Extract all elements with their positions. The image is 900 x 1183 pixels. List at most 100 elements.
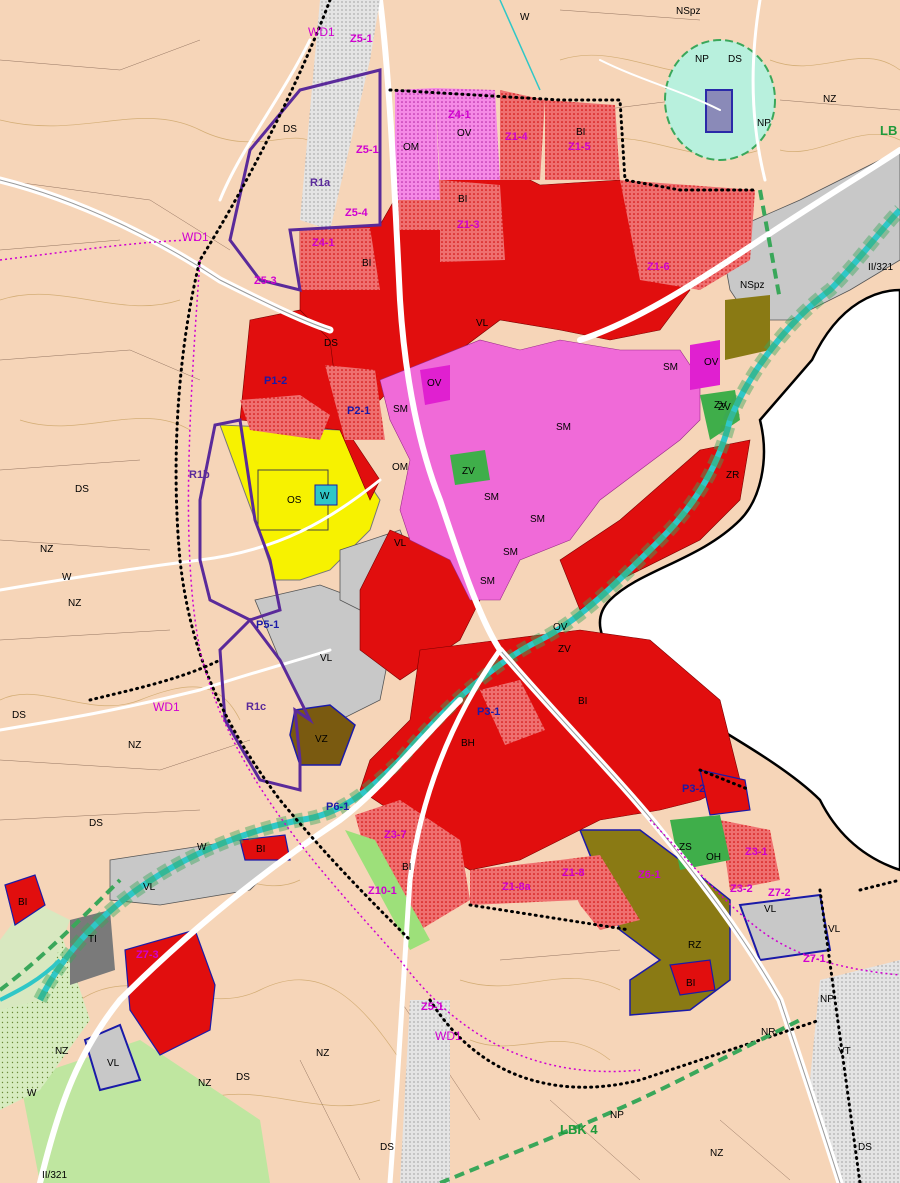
label-vl-center: VL [394, 538, 407, 549]
label-z1-6: Z1-6 [647, 261, 670, 273]
label-r1c: R1c [246, 701, 266, 713]
label-nr: NR [761, 1027, 775, 1038]
label-zs: ZS [679, 842, 692, 853]
label-bi-north: BI [576, 127, 585, 138]
label-vl-sw: VL [107, 1058, 120, 1069]
label-bi-west: BI [362, 258, 371, 269]
label-p3-2: P3-2 [682, 783, 705, 795]
label-vl-far-se: VL [828, 924, 841, 935]
label-vz: VZ [315, 734, 328, 745]
label-ds-west: DS [75, 484, 89, 495]
label-wd1-north: WD1 [308, 25, 335, 39]
label-z1-5: Z1-5 [568, 141, 591, 153]
label-ov-south: OV [553, 622, 568, 633]
label-z7-2: Z7-2 [768, 887, 791, 899]
label-zr-east: ZR [726, 470, 739, 481]
label-bi-sw: BI [256, 844, 265, 855]
label-ds-far-west: DS [12, 710, 26, 721]
label-sm-center-3: SM [530, 514, 545, 525]
label-z5-1-mid: Z5-1 [356, 144, 379, 156]
label-z7-3: Z7-3 [136, 949, 159, 961]
label-np-hill: NP [695, 54, 709, 65]
label-ds-south: DS [236, 1072, 250, 1083]
label-oh: OH [706, 852, 721, 863]
label-sm-south: SM [503, 547, 518, 558]
label-p2-1: P2-1 [347, 405, 370, 417]
label-ii-321-east: II/321 [868, 262, 893, 273]
label-sm-west: SM [393, 404, 408, 415]
label-w-north: W [520, 12, 530, 23]
label-z1-8a: Z1-8a [502, 881, 532, 893]
label-ov-center: OV [427, 378, 442, 389]
label-vl-north-center: VL [476, 318, 489, 329]
label-sm-center-2: SM [484, 492, 499, 503]
label-vl-industry: VL [320, 653, 333, 664]
label-r1a: R1a [310, 177, 331, 189]
land-use-map: WD1 Z5-1 W NSpz NP DS NP NZ LB Z4-1 OV Z… [0, 0, 900, 1183]
label-z4-1-north: Z4-1 [448, 109, 471, 121]
label-z3-2: Z3-2 [730, 883, 753, 895]
label-z5-4: Z5-4 [345, 207, 369, 219]
label-wd1-sw: WD1 [153, 700, 180, 714]
label-lb-ne: LB [880, 123, 897, 138]
label-z5-3: Z5-3 [254, 275, 277, 287]
label-bi-se: BI [686, 978, 695, 989]
label-sm-center: SM [556, 422, 571, 433]
label-z3-1: Z3-1 [745, 846, 768, 858]
label-z1-4: Z1-4 [505, 131, 529, 143]
label-ds-nw: DS [283, 124, 297, 135]
label-p3-1: P3-1 [477, 706, 500, 718]
label-bh-south: BH [461, 738, 475, 749]
label-vl-se: VL [764, 904, 777, 915]
label-zv-east-2: ZV [714, 400, 727, 411]
label-sm-east: SM [663, 362, 678, 373]
label-bi-z1-3: BI [458, 194, 467, 205]
label-ds-center-west: DS [324, 338, 338, 349]
label-np-south: NP [610, 1110, 624, 1121]
label-vl-west: VL [143, 882, 156, 893]
label-w-west: W [62, 572, 72, 583]
label-nz-ne: NZ [823, 94, 836, 105]
label-z6-1: Z6-1 [638, 869, 661, 881]
label-np-se: NP [820, 994, 834, 1005]
label-ii-321-south: II/321 [42, 1170, 67, 1181]
label-z1-3: Z1-3 [457, 219, 480, 231]
label-p6-1: P6-1 [326, 801, 349, 813]
label-ds-hill: DS [728, 54, 742, 65]
label-nspz-north: NSpz [676, 6, 700, 17]
label-zv-center: ZV [462, 466, 475, 477]
label-nspz-east: NSpz [740, 280, 764, 291]
label-ds-far-se: DS [858, 1142, 872, 1153]
label-z4-1-west: Z4-1 [312, 237, 335, 249]
label-z1-8: Z1-8 [562, 867, 585, 879]
label-os: OS [287, 495, 302, 506]
label-p5-1: P5-1 [256, 619, 279, 631]
label-vt: VT [838, 1046, 851, 1057]
label-z3-7: Z3-7 [384, 829, 407, 841]
label-ov-east: OV [704, 357, 719, 368]
label-nz-sw: NZ [128, 740, 141, 751]
label-nz-south-2: NZ [198, 1078, 211, 1089]
agri-ne [725, 295, 770, 360]
label-nz-south: NZ [316, 1048, 329, 1059]
label-np-hill-2: NP [757, 118, 771, 129]
label-z5-1-south: Z5-1 [421, 1001, 444, 1013]
label-ti: TI [88, 934, 97, 945]
label-w-pool: W [320, 491, 330, 502]
label-nz-far-south: NZ [710, 1148, 723, 1159]
label-lbk4: LBK 4 [560, 1122, 598, 1137]
lookout-building [705, 89, 733, 133]
label-ds-far-south: DS [380, 1142, 394, 1153]
label-sm-south-2: SM [480, 576, 495, 587]
label-bi-z3-7: BI [402, 862, 411, 873]
label-nz-far-sw: NZ [55, 1046, 68, 1057]
label-wd1-west: WD1 [182, 230, 209, 244]
label-z10-1: Z10-1 [368, 885, 397, 897]
label-ov-north: OV [457, 128, 472, 139]
label-r1b: R1b [189, 469, 210, 481]
label-wd1-south: WD1 [435, 1029, 462, 1043]
label-w-far-sw: W [27, 1088, 37, 1099]
label-bi-far-west: BI [18, 897, 27, 908]
label-om-north: OM [403, 142, 419, 153]
label-p1-2: P1-2 [264, 375, 287, 387]
